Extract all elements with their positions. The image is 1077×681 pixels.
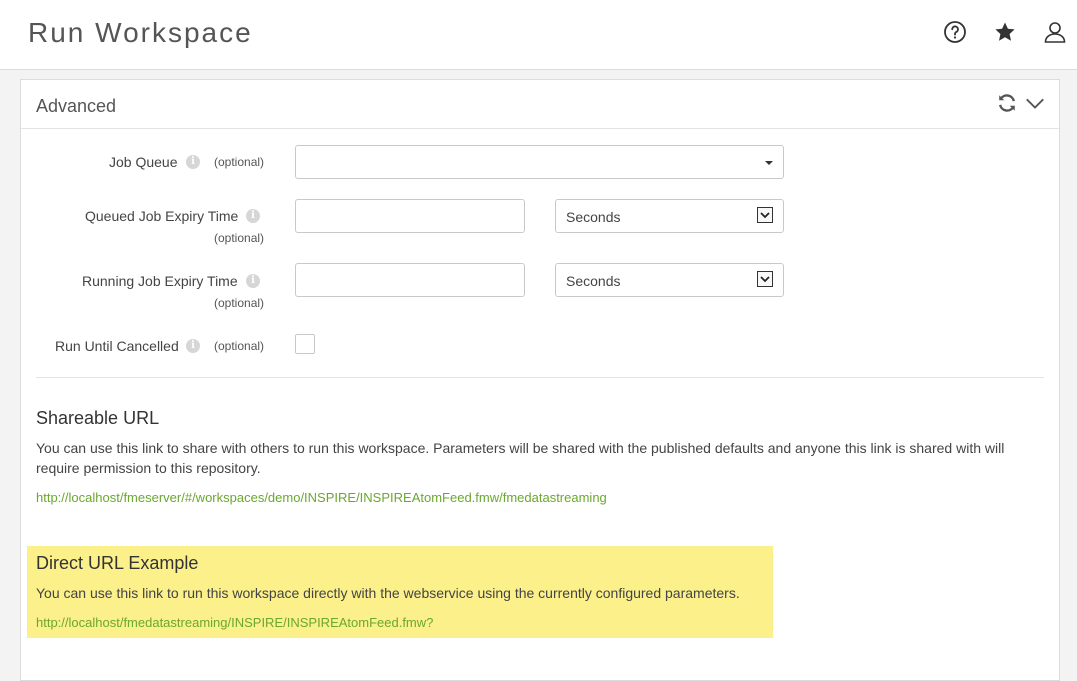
running-expiry-input[interactable] <box>295 263 525 297</box>
shareable-url-description: You can use this link to share with othe… <box>36 438 1046 478</box>
optional-text: (optional) <box>214 231 265 245</box>
optional-text: (optional) <box>214 155 265 169</box>
queued-expiry-unit-value: Seconds <box>566 209 621 225</box>
queued-expiry-input[interactable] <box>295 199 525 233</box>
top-bar: Run Workspace <box>0 0 1077 70</box>
shareable-url-title: Shareable URL <box>36 408 160 428</box>
caret-down-icon <box>765 161 773 165</box>
info-icon[interactable]: i <box>186 155 200 169</box>
advanced-panel: Advanced Job Queue i (optional) Queued J… <box>20 79 1060 681</box>
running-expiry-unit-value: Seconds <box>566 273 621 289</box>
running-expiry-unit-select[interactable]: Seconds <box>555 263 784 297</box>
optional-text: (optional) <box>214 296 265 310</box>
user-icon[interactable] <box>1043 20 1067 44</box>
shareable-url-description-line: You can use this link to share with othe… <box>36 440 1005 456</box>
shareable-url-description-line: require permission to this repository. <box>36 460 261 476</box>
job-queue-select[interactable] <box>295 145 784 179</box>
direct-url-title: Direct URL Example <box>36 553 199 573</box>
dropdown-arrow-icon <box>757 271 773 287</box>
info-icon[interactable]: i <box>186 339 200 353</box>
favorites-star-icon[interactable] <box>993 20 1017 44</box>
page-title: Run Workspace <box>28 17 253 48</box>
dropdown-arrow-icon <box>757 207 773 223</box>
shareable-url-link[interactable]: http://localhost/fmeserver/#/workspaces/… <box>36 490 607 505</box>
run-until-cancelled-label: Run Until Cancelled <box>55 338 179 354</box>
run-until-cancelled-checkbox[interactable] <box>295 334 315 354</box>
panel-header[interactable]: Advanced <box>21 80 1059 129</box>
queued-expiry-label: Queued Job Expiry Time <box>85 208 239 224</box>
help-icon[interactable] <box>943 20 967 44</box>
panel-title: Advanced <box>36 96 117 116</box>
direct-url-link[interactable]: http://localhost/fmedatastreaming/INSPIR… <box>36 615 433 630</box>
job-queue-label: Job Queue <box>109 154 178 170</box>
optional-text: (optional) <box>214 339 265 353</box>
info-icon[interactable]: i <box>246 209 260 223</box>
collapse-chevron-icon[interactable] <box>1024 92 1046 114</box>
direct-url-description: You can use this link to run this worksp… <box>36 585 740 601</box>
refresh-icon[interactable] <box>996 92 1018 114</box>
queued-expiry-unit-select[interactable]: Seconds <box>555 199 784 233</box>
info-icon[interactable]: i <box>246 274 260 288</box>
running-expiry-label: Running Job Expiry Time <box>82 273 238 289</box>
divider <box>36 377 1044 378</box>
